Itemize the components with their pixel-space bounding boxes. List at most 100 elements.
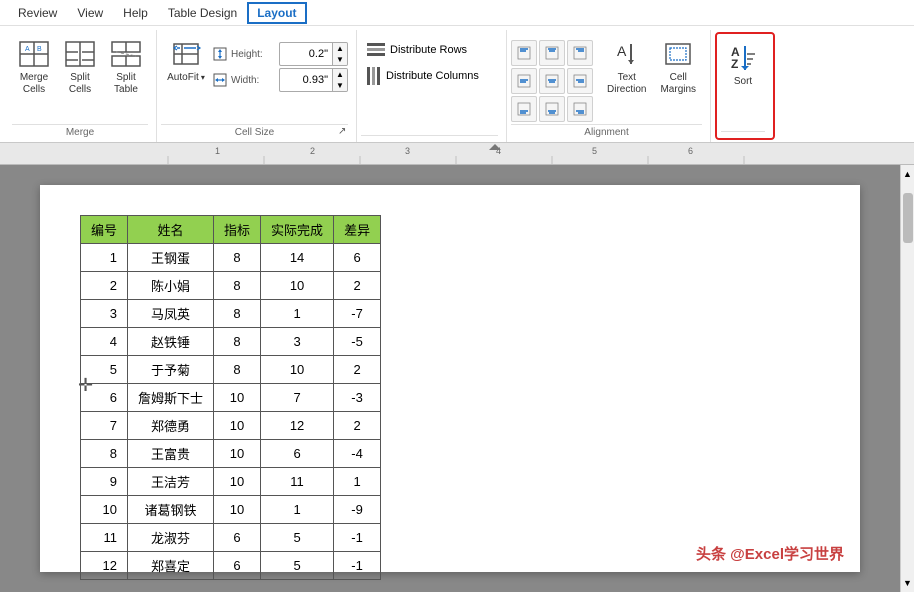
merge-cells-button[interactable]: A B MergeCells (12, 36, 56, 98)
cell-name: 赵铁锤 (128, 328, 214, 356)
distribute-columns-button[interactable]: Distribute Columns (361, 64, 485, 88)
table-row: 9王洁芳10111 (81, 468, 381, 496)
cell-name: 郑德勇 (128, 412, 214, 440)
col-header-no: 编号 (81, 216, 128, 244)
cell-no: 1 (81, 244, 128, 272)
cell-no: 7 (81, 412, 128, 440)
height-spinner[interactable]: 0.2" ▲ ▼ (279, 42, 348, 66)
cell-actual: 1 (261, 496, 334, 524)
distribute-rows-icon (367, 43, 385, 57)
distribute-group-label (361, 135, 498, 140)
align-middle-right[interactable] (567, 68, 593, 94)
cell-size-group-label: Cell Size (161, 124, 348, 140)
table-row: 10诸葛钢铁101-9 (81, 496, 381, 524)
width-row: Width: 0.93" ▲ ▼ (213, 68, 348, 92)
document-scroll[interactable]: ✛ 编号 姓名 指标 实际完成 差异 1王钢蛋81462陈小娟81023马凤英8… (0, 165, 900, 592)
scrollbar-thumb[interactable] (903, 193, 913, 243)
document-page: ✛ 编号 姓名 指标 实际完成 差异 1王钢蛋81462陈小娟81023马凤英8… (40, 185, 860, 572)
ruler-svg: 1 2 3 4 5 6 (20, 143, 894, 164)
align-row-1 (511, 40, 593, 66)
split-cells-button[interactable]: Split Cells (58, 36, 102, 98)
ribbon-group-sort: A Z Sort (715, 32, 775, 140)
svg-text:1: 1 (215, 146, 220, 156)
split-table-label: Split Table (114, 72, 138, 96)
cell-size-dialog-launcher[interactable]: ↗ (338, 126, 352, 140)
sort-label: Sort (734, 76, 752, 87)
distribute-rows-button[interactable]: Distribute Rows (361, 40, 485, 60)
distribute-columns-icon (367, 67, 381, 85)
cell-actual: 5 (261, 524, 334, 552)
text-direction-icon: A (611, 38, 643, 70)
height-label: Height: (231, 49, 275, 60)
cell-actual: 10 (261, 356, 334, 384)
scrollbar-vertical[interactable]: ▲ ▼ (900, 165, 914, 592)
width-spinner[interactable]: 0.93" ▲ ▼ (279, 68, 348, 92)
cell-diff: 6 (334, 244, 381, 272)
align-row-2 (511, 68, 593, 94)
cell-actual: 7 (261, 384, 334, 412)
align-top-center[interactable] (539, 40, 565, 66)
text-direction-button[interactable]: A TextDirection (601, 36, 652, 98)
table-header-row: 编号 姓名 指标 实际完成 差异 (81, 216, 381, 244)
align-bottom-left[interactable] (511, 96, 537, 122)
distribute-content: Distribute Rows Distribute Columns (361, 32, 498, 133)
split-cells-icon (64, 38, 96, 70)
table-row: 8王富贵106-4 (81, 440, 381, 468)
height-row: Height: 0.2" ▲ ▼ (213, 42, 348, 66)
cell-name: 王洁芳 (128, 468, 214, 496)
cell-diff: -4 (334, 440, 381, 468)
width-increment[interactable]: ▲ (333, 69, 347, 80)
table-move-handle[interactable]: ✛ (78, 375, 93, 396)
cell-name: 陈小娟 (128, 272, 214, 300)
menu-view[interactable]: View (67, 2, 113, 24)
align-bottom-center[interactable] (539, 96, 565, 122)
menu-table-design[interactable]: Table Design (158, 2, 247, 24)
cell-name: 郑喜定 (128, 552, 214, 580)
menu-layout[interactable]: Layout (247, 2, 306, 24)
height-spinner-buttons: ▲ ▼ (332, 43, 347, 65)
cell-no: 2 (81, 272, 128, 300)
ribbon: A B MergeCells (0, 26, 914, 143)
menu-help[interactable]: Help (113, 2, 158, 24)
merge-group-label: Merge (12, 124, 148, 140)
autofit-label: AutoFit (167, 72, 199, 83)
align-top-left[interactable] (511, 40, 537, 66)
scrollbar-down[interactable]: ▼ (903, 578, 912, 588)
table-row: 3马凤英81-7 (81, 300, 381, 328)
cell-diff: -7 (334, 300, 381, 328)
cell-no: 9 (81, 468, 128, 496)
sort-button[interactable]: A Z Sort (721, 40, 765, 89)
split-table-button[interactable]: Split Table (104, 36, 148, 98)
cell-target: 8 (214, 300, 261, 328)
table-row: 11龙淑芬65-1 (81, 524, 381, 552)
cell-diff: 2 (334, 272, 381, 300)
scrollbar-up[interactable]: ▲ (903, 169, 912, 179)
scrollbar-track[interactable] (903, 183, 913, 574)
svg-text:A: A (617, 43, 627, 59)
align-top-right[interactable] (567, 40, 593, 66)
height-input[interactable]: 0.2" (280, 47, 332, 61)
table-row: 1王钢蛋8146 (81, 244, 381, 272)
autofit-icon (170, 38, 202, 70)
cell-margins-button[interactable]: CellMargins (654, 36, 702, 98)
menu-review[interactable]: Review (8, 2, 67, 24)
cell-diff: -9 (334, 496, 381, 524)
alignment-group-label: Alignment (511, 124, 702, 140)
width-icon (213, 73, 227, 87)
cell-diff: 2 (334, 412, 381, 440)
cell-target: 8 (214, 272, 261, 300)
height-increment[interactable]: ▲ (333, 43, 347, 54)
table-row: 2陈小娟8102 (81, 272, 381, 300)
height-decrement[interactable]: ▼ (333, 54, 347, 65)
cell-size-spinners: Height: 0.2" ▲ ▼ (213, 36, 348, 92)
autofit-button[interactable]: AutoFit ▾ (161, 36, 211, 85)
width-decrement[interactable]: ▼ (333, 80, 347, 91)
align-middle-center[interactable] (539, 68, 565, 94)
ribbon-group-alignment: A TextDirection CellM (507, 30, 711, 142)
width-input[interactable]: 0.93" (280, 73, 332, 87)
cell-target: 8 (214, 356, 261, 384)
align-middle-left[interactable] (511, 68, 537, 94)
ribbon-group-merge: A B MergeCells (8, 30, 157, 142)
align-bottom-right[interactable] (567, 96, 593, 122)
cell-diff: 2 (334, 356, 381, 384)
